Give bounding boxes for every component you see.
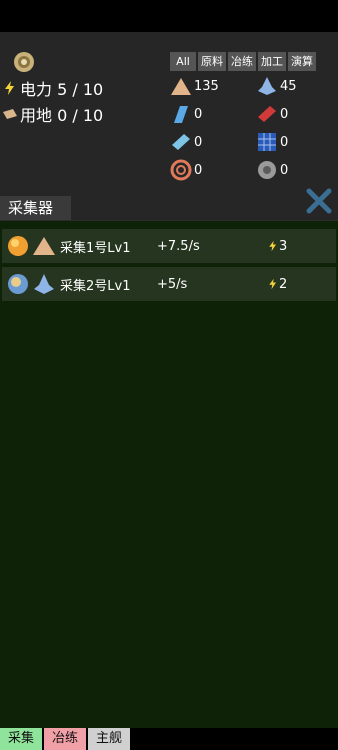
crystal-icon bbox=[258, 77, 276, 95]
tab-process[interactable]: 加工 bbox=[258, 52, 286, 71]
collector-list: 采集1号Lv1 +7.5/s 3 采集2号Lv1 +5/s 2 bbox=[0, 220, 338, 729]
power-text: 电力 5 / 10 bbox=[20, 80, 104, 99]
copper-ingot-icon bbox=[258, 106, 276, 122]
resource-copper-coil: 0 bbox=[170, 159, 202, 181]
land-plot-icon bbox=[3, 109, 17, 119]
collector-power: 2 bbox=[267, 277, 287, 292]
resource-value: 0 bbox=[194, 162, 203, 178]
sand-pile-icon bbox=[33, 237, 55, 255]
collector-power-value: 3 bbox=[279, 238, 288, 254]
resource-crystal: 45 bbox=[256, 75, 297, 97]
collector-rate: +7.5/s bbox=[157, 238, 200, 254]
resource-value: 0 bbox=[194, 106, 203, 122]
close-icon[interactable] bbox=[306, 188, 332, 214]
collector-row[interactable]: 采集2号Lv1 +5/s 2 bbox=[2, 267, 336, 301]
crystal-icon bbox=[34, 274, 54, 294]
iron-ingot-icon bbox=[172, 134, 190, 150]
resource-solar-panel: 0 bbox=[256, 131, 288, 153]
planet-icon bbox=[8, 274, 28, 294]
resource-copper-ingot: 0 bbox=[256, 103, 288, 125]
collector-rate: +5/s bbox=[157, 276, 188, 292]
section-title: 采集器 bbox=[0, 196, 71, 220]
tab-smelt[interactable]: 冶练 bbox=[228, 52, 256, 71]
tab-all[interactable]: All bbox=[170, 52, 196, 71]
planet-icon bbox=[8, 236, 28, 256]
tab-collect[interactable]: 采集 bbox=[0, 728, 43, 750]
resource-value: 0 bbox=[194, 134, 203, 150]
resource-value: 45 bbox=[280, 78, 297, 94]
resource-iron-ingot: 0 bbox=[170, 131, 202, 153]
lightning-icon bbox=[269, 240, 276, 252]
resource-value: 0 bbox=[280, 162, 289, 178]
tab-mothership[interactable]: 主舰 bbox=[88, 728, 131, 750]
collector-power-value: 2 bbox=[279, 276, 288, 292]
resource-value: 0 bbox=[280, 134, 289, 150]
land-text: 用地 0 / 10 bbox=[20, 106, 104, 125]
land-stat: 用地 0 / 10 bbox=[2, 102, 103, 126]
collector-name: 采集2号Lv1 bbox=[60, 278, 131, 294]
resource-value: 135 bbox=[194, 78, 219, 94]
sand-pile-icon bbox=[171, 78, 191, 95]
lightning-icon bbox=[5, 81, 14, 95]
tab-raw[interactable]: 原料 bbox=[198, 52, 226, 71]
collector-name: 采集1号Lv1 bbox=[60, 240, 131, 256]
copper-coil-icon bbox=[170, 159, 192, 181]
status-bar bbox=[0, 0, 338, 32]
power-stat: 电力 5 / 10 bbox=[2, 76, 103, 100]
bottom-nav: 采集 冶练 主舰 bbox=[0, 728, 338, 750]
collector-power: 3 bbox=[267, 239, 287, 254]
lightning-icon bbox=[269, 278, 276, 290]
settings-gear-icon[interactable] bbox=[12, 50, 36, 74]
blue-plate-icon bbox=[174, 106, 188, 123]
resource-blue-plate: 0 bbox=[170, 103, 202, 125]
resource-value: 0 bbox=[280, 106, 289, 122]
resource-sand: 135 bbox=[170, 75, 219, 97]
tab-compute[interactable]: 演算 bbox=[288, 52, 316, 71]
gear-part-icon bbox=[258, 161, 276, 179]
resource-gear-part: 0 bbox=[256, 159, 288, 181]
tab-smelt-bottom[interactable]: 冶练 bbox=[44, 728, 87, 750]
collector-row[interactable]: 采集1号Lv1 +7.5/s 3 bbox=[2, 229, 336, 263]
filter-tabs: All 原料 冶练 加工 演算 bbox=[170, 52, 316, 71]
solar-panel-icon bbox=[258, 133, 276, 151]
